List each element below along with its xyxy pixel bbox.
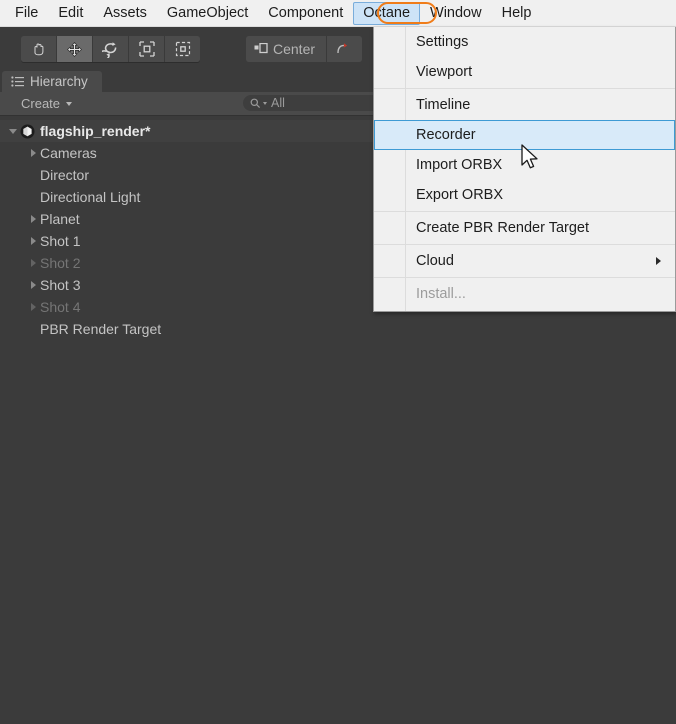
chevron-down-icon	[9, 128, 17, 134]
tree-row-label: Shot 1	[40, 233, 81, 249]
scale-icon	[138, 41, 155, 57]
hierarchy-icon	[11, 76, 24, 87]
chevron-right-icon	[30, 237, 36, 245]
menu-separator	[374, 211, 675, 212]
tree-row-label: Directional Light	[40, 189, 141, 205]
octane-menu-item-label: Install...	[416, 286, 466, 302]
menubar-item-window[interactable]: Window	[420, 2, 492, 24]
menu-separator	[374, 277, 675, 278]
menubar-item-edit[interactable]: Edit	[48, 2, 93, 24]
octane-menu-item-label: Settings	[416, 34, 469, 50]
tree-row-label: Shot 2	[40, 255, 81, 271]
octane-menu-item-export-orbx[interactable]: Export ORBX	[374, 180, 675, 210]
octane-menu-item-create-pbr-render-target[interactable]: Create PBR Render Target	[374, 213, 675, 243]
tree-expand-arrow-icon[interactable]	[26, 215, 40, 223]
octane-menu-item-install: Install...	[374, 279, 675, 309]
submenu-arrow-icon	[656, 257, 661, 265]
tree-expand-arrow-icon[interactable]	[26, 281, 40, 289]
create-button[interactable]: Create	[14, 95, 80, 112]
scale-tool-button[interactable]	[129, 36, 165, 62]
octane-menu-item-label: Create PBR Render Target	[416, 220, 590, 236]
tree-row-label: Planet	[40, 211, 80, 227]
octane-menu-item-label: Recorder	[416, 127, 476, 143]
chevron-right-icon	[30, 281, 36, 289]
menu-separator	[374, 244, 675, 245]
octane-dropdown-menu: Settings Viewport Timeline Recorder Import O…	[373, 27, 676, 312]
tree-expand-arrow-icon[interactable]	[26, 237, 40, 245]
tree-row-label: Shot 4	[40, 299, 81, 315]
rect-tool-button[interactable]	[165, 36, 200, 62]
hand-icon	[34, 42, 44, 55]
octane-menu-item-label: Cloud	[416, 253, 454, 269]
pivot-group: Center	[246, 36, 363, 62]
octane-menu-item-settings[interactable]: Settings	[374, 27, 675, 57]
chevron-down-icon	[66, 101, 73, 106]
pivot-mode-button[interactable]: Center	[246, 36, 328, 62]
octane-menu-item-label: Timeline	[416, 97, 471, 113]
tree-expand-arrow-icon[interactable]	[26, 303, 40, 311]
tree-row-label: Shot 3	[40, 277, 81, 293]
menubar-item-component[interactable]: Component	[258, 2, 353, 24]
tree-expand-arrow-icon[interactable]	[26, 149, 40, 157]
menubar-item-assets[interactable]: Assets	[93, 2, 157, 24]
hand-tool-button[interactable]	[21, 36, 57, 62]
menubar-item-gameobject[interactable]: GameObject	[157, 2, 258, 24]
octane-menu-item-recorder[interactable]: Recorder	[374, 120, 675, 150]
unity-editor-window: File Edit Assets GameObject Component Octane W…	[0, 0, 676, 724]
tree-row-label: PBR Render Target	[40, 321, 162, 337]
octane-menu-item-label: Import ORBX	[416, 157, 503, 173]
tree-row-label: Cameras	[40, 145, 97, 161]
rotate-icon	[101, 41, 116, 58]
octane-menu-item-cloud[interactable]: Cloud	[374, 246, 675, 276]
octane-menu-item-viewport[interactable]: Viewport	[374, 57, 675, 87]
tree-collapse-arrow-icon[interactable]	[6, 128, 20, 134]
tree-expand-arrow-icon[interactable]	[26, 259, 40, 267]
menubar-item-file[interactable]: File	[5, 2, 48, 24]
pivot-rotation-button[interactable]	[327, 36, 363, 62]
global-rotation-icon	[337, 43, 348, 54]
chevron-right-icon	[30, 215, 36, 223]
octane-menu-item-label: Viewport	[416, 64, 473, 80]
chevron-right-icon	[30, 259, 36, 267]
move-tool-button[interactable]	[57, 36, 93, 62]
menubar-item-octane[interactable]: Octane	[353, 1, 421, 25]
create-button-label: Create	[21, 96, 61, 111]
pivot-mode-label: Center	[273, 41, 316, 57]
unity-scene-icon	[20, 124, 35, 139]
tab-hierarchy-label: Hierarchy	[30, 74, 88, 89]
octane-menu-item-label: Export ORBX	[416, 187, 504, 203]
search-placeholder: All	[271, 96, 285, 110]
octane-menu-item-timeline[interactable]: Timeline	[374, 90, 675, 120]
rect-transform-icon	[175, 41, 190, 57]
tree-row-label: Director	[40, 167, 90, 183]
menu-bar: File Edit Assets GameObject Component Octane W…	[0, 0, 676, 27]
octane-menu-item-import-orbx[interactable]: Import ORBX	[374, 150, 675, 180]
transform-tool-group	[21, 36, 200, 62]
chevron-right-icon	[30, 303, 36, 311]
center-pivot-icon	[254, 43, 268, 54]
rotate-tool-button[interactable]	[93, 36, 129, 62]
tree-row[interactable]: PBR Render Target	[0, 318, 676, 340]
search-dropdown-icon[interactable]	[263, 101, 267, 105]
move-icon	[66, 41, 83, 57]
menubar-item-help[interactable]: Help	[492, 2, 542, 24]
search-icon	[250, 98, 261, 108]
chevron-right-icon	[30, 149, 36, 157]
menu-separator	[374, 88, 675, 89]
tree-row-label: flagship_render*	[40, 123, 151, 139]
tab-hierarchy[interactable]: Hierarchy	[2, 71, 102, 92]
